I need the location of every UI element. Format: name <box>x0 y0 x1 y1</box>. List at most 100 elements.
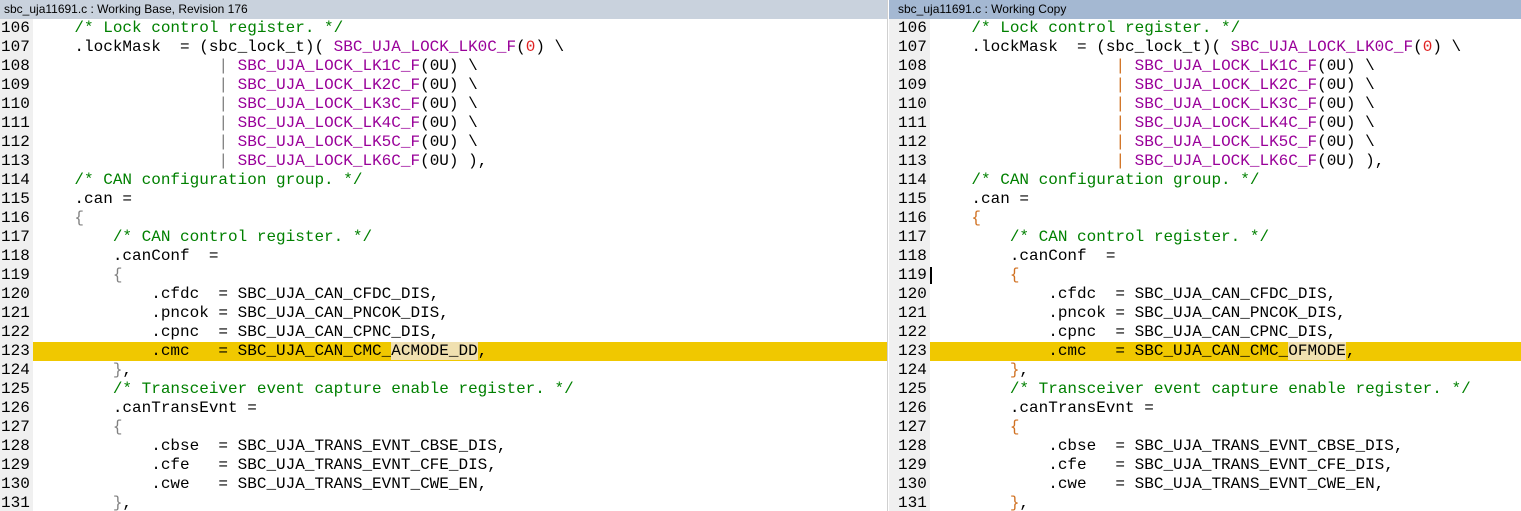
changed-line[interactable]: 123 .cmc = SBC_UJA_CAN_CMC_ACMODE_DD, <box>0 342 887 361</box>
code-line[interactable]: 107 .lockMask = (sbc_lock_t)( SBC_UJA_LO… <box>0 38 887 57</box>
code-text[interactable]: | SBC_UJA_LOCK_LK2C_F(0U) \ <box>36 76 887 95</box>
working-copy-pane[interactable]: sbc_uja11691.c : Working Copy 106 /* Loc… <box>889 0 1521 511</box>
code-text[interactable]: | SBC_UJA_LOCK_LK3C_F(0U) \ <box>36 95 887 114</box>
code-text[interactable]: .cmc = SBC_UJA_CAN_CMC_ACMODE_DD, <box>33 342 887 361</box>
code-line[interactable]: 128 .cbse = SBC_UJA_TRANS_EVNT_CBSE_DIS, <box>0 437 887 456</box>
code-text[interactable]: .pncok = SBC_UJA_CAN_PNCOK_DIS, <box>36 304 887 323</box>
code-text[interactable]: | SBC_UJA_LOCK_LK6C_F(0U) ), <box>933 152 1521 171</box>
code-text[interactable]: .cwe = SBC_UJA_TRANS_EVNT_CWE_EN, <box>36 475 887 494</box>
code-line[interactable]: 116 { <box>0 209 887 228</box>
code-line[interactable]: 108 | SBC_UJA_LOCK_LK1C_F(0U) \ <box>889 57 1521 76</box>
code-text[interactable]: .can = <box>933 190 1521 209</box>
code-text[interactable]: | SBC_UJA_LOCK_LK6C_F(0U) ), <box>36 152 887 171</box>
code-text[interactable]: { <box>933 266 1521 285</box>
code-line[interactable]: 121 .pncok = SBC_UJA_CAN_PNCOK_DIS, <box>889 304 1521 323</box>
code-line[interactable]: 129 .cfe = SBC_UJA_TRANS_EVNT_CFE_DIS, <box>889 456 1521 475</box>
code-line[interactable]: 117 /* CAN control register. */ <box>0 228 887 247</box>
code-text[interactable]: /* CAN control register. */ <box>933 228 1521 247</box>
code-text[interactable]: /* Transceiver event capture enable regi… <box>933 380 1521 399</box>
code-line[interactable]: 111 | SBC_UJA_LOCK_LK4C_F(0U) \ <box>889 114 1521 133</box>
code-line[interactable]: 124 }, <box>889 361 1521 380</box>
code-text[interactable]: .canTransEvnt = <box>36 399 887 418</box>
base-code-lines[interactable]: 106 /* Lock control register. */107 .loc… <box>0 19 887 511</box>
code-text[interactable]: /* Lock control register. */ <box>933 19 1521 38</box>
code-line[interactable]: 131 }, <box>0 494 887 511</box>
code-text[interactable]: }, <box>933 361 1521 380</box>
code-text[interactable]: .lockMask = (sbc_lock_t)( SBC_UJA_LOCK_L… <box>36 38 887 57</box>
code-text[interactable]: /* CAN control register. */ <box>36 228 887 247</box>
code-line[interactable]: 111 | SBC_UJA_LOCK_LK4C_F(0U) \ <box>0 114 887 133</box>
code-line[interactable]: 126 .canTransEvnt = <box>889 399 1521 418</box>
code-line[interactable]: 106 /* Lock control register. */ <box>889 19 1521 38</box>
code-line[interactable]: 119 { <box>0 266 887 285</box>
code-text[interactable]: .pncok = SBC_UJA_CAN_PNCOK_DIS, <box>933 304 1521 323</box>
code-text[interactable]: | SBC_UJA_LOCK_LK1C_F(0U) \ <box>933 57 1521 76</box>
code-line[interactable]: 118 .canConf = <box>0 247 887 266</box>
code-text[interactable]: .cfe = SBC_UJA_TRANS_EVNT_CFE_DIS, <box>933 456 1521 475</box>
code-text[interactable]: { <box>933 209 1521 228</box>
code-line[interactable]: 130 .cwe = SBC_UJA_TRANS_EVNT_CWE_EN, <box>889 475 1521 494</box>
code-text[interactable]: | SBC_UJA_LOCK_LK4C_F(0U) \ <box>36 114 887 133</box>
code-text[interactable]: }, <box>36 361 887 380</box>
code-line[interactable]: 125 /* Transceiver event capture enable … <box>0 380 887 399</box>
code-line[interactable]: 119 { <box>889 266 1521 285</box>
code-text[interactable]: .can = <box>36 190 887 209</box>
code-line[interactable]: 120 .cfdc = SBC_UJA_CAN_CFDC_DIS, <box>0 285 887 304</box>
code-line[interactable]: 109 | SBC_UJA_LOCK_LK2C_F(0U) \ <box>889 76 1521 95</box>
code-line[interactable]: 113 | SBC_UJA_LOCK_LK6C_F(0U) ), <box>0 152 887 171</box>
code-line[interactable]: 109 | SBC_UJA_LOCK_LK2C_F(0U) \ <box>0 76 887 95</box>
code-text[interactable]: | SBC_UJA_LOCK_LK5C_F(0U) \ <box>933 133 1521 152</box>
code-line[interactable]: 110 | SBC_UJA_LOCK_LK3C_F(0U) \ <box>889 95 1521 114</box>
code-text[interactable]: .canConf = <box>933 247 1521 266</box>
code-line[interactable]: 112 | SBC_UJA_LOCK_LK5C_F(0U) \ <box>889 133 1521 152</box>
code-line[interactable]: 113 | SBC_UJA_LOCK_LK6C_F(0U) ), <box>889 152 1521 171</box>
code-text[interactable]: | SBC_UJA_LOCK_LK2C_F(0U) \ <box>933 76 1521 95</box>
code-line[interactable]: 106 /* Lock control register. */ <box>0 19 887 38</box>
code-text[interactable]: | SBC_UJA_LOCK_LK1C_F(0U) \ <box>36 57 887 76</box>
code-text[interactable]: /* Lock control register. */ <box>36 19 887 38</box>
code-line[interactable]: 117 /* CAN control register. */ <box>889 228 1521 247</box>
code-text[interactable]: .cbse = SBC_UJA_TRANS_EVNT_CBSE_DIS, <box>36 437 887 456</box>
code-line[interactable]: 129 .cfe = SBC_UJA_TRANS_EVNT_CFE_DIS, <box>0 456 887 475</box>
code-text[interactable]: .cpnc = SBC_UJA_CAN_CPNC_DIS, <box>36 323 887 342</box>
code-line[interactable]: 130 .cwe = SBC_UJA_TRANS_EVNT_CWE_EN, <box>0 475 887 494</box>
code-line[interactable]: 128 .cbse = SBC_UJA_TRANS_EVNT_CBSE_DIS, <box>889 437 1521 456</box>
code-text[interactable]: .cpnc = SBC_UJA_CAN_CPNC_DIS, <box>933 323 1521 342</box>
code-line[interactable]: 120 .cfdc = SBC_UJA_CAN_CFDC_DIS, <box>889 285 1521 304</box>
code-text[interactable]: .cbse = SBC_UJA_TRANS_EVNT_CBSE_DIS, <box>933 437 1521 456</box>
code-text[interactable]: .cfdc = SBC_UJA_CAN_CFDC_DIS, <box>36 285 887 304</box>
code-text[interactable]: | SBC_UJA_LOCK_LK3C_F(0U) \ <box>933 95 1521 114</box>
code-text[interactable]: { <box>933 418 1521 437</box>
code-line[interactable]: 121 .pncok = SBC_UJA_CAN_PNCOK_DIS, <box>0 304 887 323</box>
code-text[interactable]: { <box>36 266 887 285</box>
working-copy-code-lines[interactable]: 106 /* Lock control register. */107 .loc… <box>889 19 1521 511</box>
code-line[interactable]: 122 .cpnc = SBC_UJA_CAN_CPNC_DIS, <box>889 323 1521 342</box>
code-text[interactable]: .cfdc = SBC_UJA_CAN_CFDC_DIS, <box>933 285 1521 304</box>
code-text[interactable]: /* CAN configuration group. */ <box>36 171 887 190</box>
code-text[interactable]: .cmc = SBC_UJA_CAN_CMC_OFMODE, <box>930 342 1521 361</box>
code-text[interactable]: .cwe = SBC_UJA_TRANS_EVNT_CWE_EN, <box>933 475 1521 494</box>
code-line[interactable]: 108 | SBC_UJA_LOCK_LK1C_F(0U) \ <box>0 57 887 76</box>
code-line[interactable]: 115 .can = <box>889 190 1521 209</box>
code-text[interactable]: }, <box>36 494 887 511</box>
code-text[interactable]: .canConf = <box>36 247 887 266</box>
code-text[interactable]: | SBC_UJA_LOCK_LK5C_F(0U) \ <box>36 133 887 152</box>
code-text[interactable]: /* CAN configuration group. */ <box>933 171 1521 190</box>
code-text[interactable]: .canTransEvnt = <box>933 399 1521 418</box>
code-line[interactable]: 124 }, <box>0 361 887 380</box>
changed-line[interactable]: 123 .cmc = SBC_UJA_CAN_CMC_OFMODE, <box>889 342 1521 361</box>
code-line[interactable]: 127 { <box>889 418 1521 437</box>
base-pane[interactable]: sbc_uja11691.c : Working Base, Revision … <box>0 0 888 511</box>
code-text[interactable]: /* Transceiver event capture enable regi… <box>36 380 887 399</box>
code-line[interactable]: 107 .lockMask = (sbc_lock_t)( SBC_UJA_LO… <box>889 38 1521 57</box>
code-line[interactable]: 115 .can = <box>0 190 887 209</box>
code-text[interactable]: { <box>36 209 887 228</box>
code-line[interactable]: 131 }, <box>889 494 1521 511</box>
code-text[interactable]: { <box>36 418 887 437</box>
code-line[interactable]: 127 { <box>0 418 887 437</box>
code-line[interactable]: 118 .canConf = <box>889 247 1521 266</box>
code-line[interactable]: 116 { <box>889 209 1521 228</box>
code-line[interactable]: 122 .cpnc = SBC_UJA_CAN_CPNC_DIS, <box>0 323 887 342</box>
code-text[interactable]: | SBC_UJA_LOCK_LK4C_F(0U) \ <box>933 114 1521 133</box>
code-line[interactable]: 114 /* CAN configuration group. */ <box>0 171 887 190</box>
